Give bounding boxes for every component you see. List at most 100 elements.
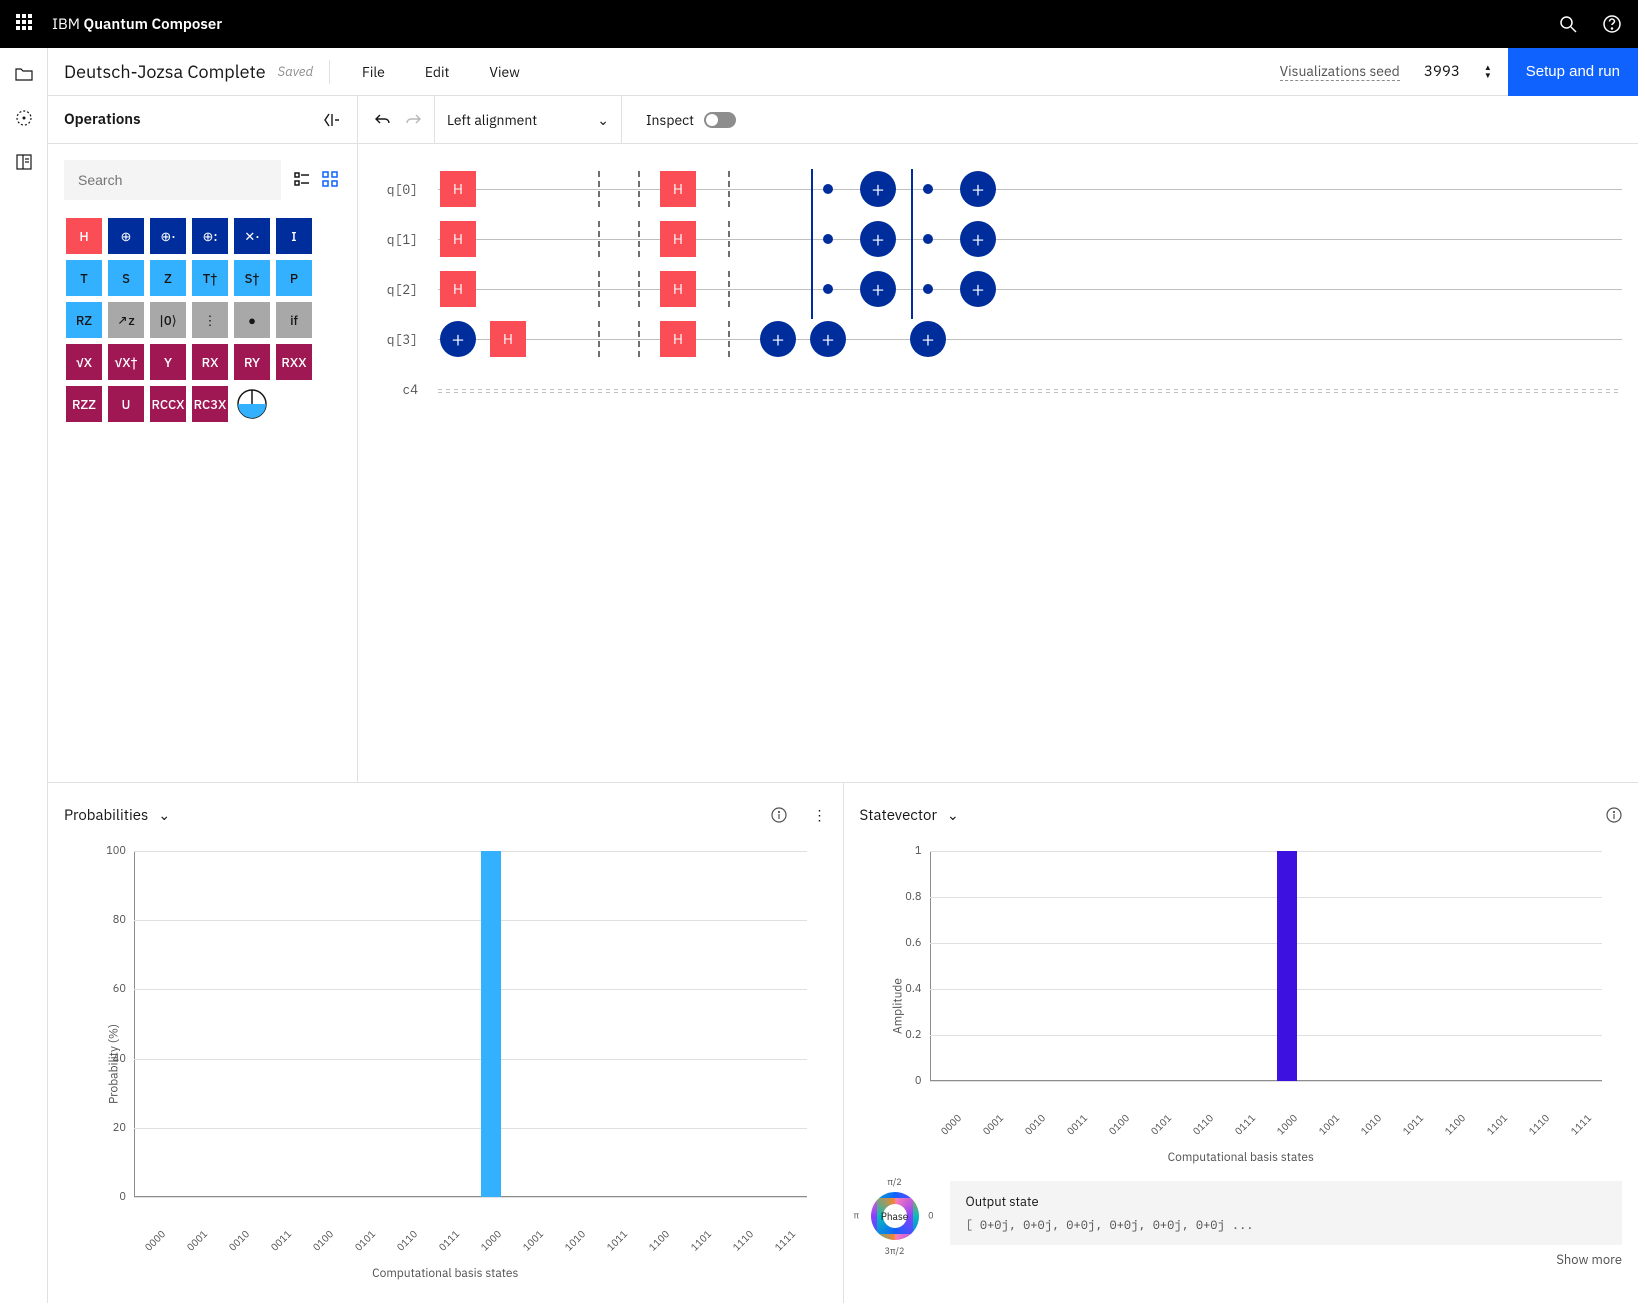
wire-label: q[2] xyxy=(374,281,428,298)
gate-i[interactable]: I xyxy=(276,218,312,254)
gate-target[interactable]: + xyxy=(960,171,996,207)
alignment-select[interactable]: Left alignment ⌄ xyxy=(434,96,622,144)
control-dot[interactable] xyxy=(923,284,933,294)
gate-rccx[interactable]: RCCX xyxy=(150,386,186,422)
control-dot[interactable] xyxy=(823,234,833,244)
gate-x[interactable]: √X† xyxy=(108,344,144,380)
barrier[interactable] xyxy=(728,221,730,257)
barrier[interactable] xyxy=(598,321,600,357)
info-icon[interactable] xyxy=(771,807,787,823)
barrier[interactable] xyxy=(728,321,730,357)
info-icon[interactable] xyxy=(1606,807,1622,823)
gate-h[interactable]: H xyxy=(440,271,476,307)
gate-rzz[interactable]: RZZ xyxy=(66,386,102,422)
gate-target[interactable]: + xyxy=(860,171,896,207)
gate-h[interactable]: H xyxy=(660,321,696,357)
gate-[interactable]: ⊕ xyxy=(108,218,144,254)
gate-rxx[interactable]: RXX xyxy=(276,344,312,380)
setup-run-button[interactable]: Setup and run xyxy=(1508,48,1638,96)
gate-target[interactable]: + xyxy=(440,321,476,357)
gate-rz[interactable]: RZ xyxy=(66,302,102,338)
gate-h[interactable]: H xyxy=(660,171,696,207)
control-dot[interactable] xyxy=(823,284,833,294)
gate-h[interactable]: H xyxy=(440,171,476,207)
barrier[interactable] xyxy=(728,271,730,307)
redo-icon[interactable] xyxy=(404,111,422,129)
circuit-canvas[interactable]: q[0]HH++q[1]HH++q[2]HH++q[3]+HH+++c4 xyxy=(358,144,1638,782)
circuit-name[interactable]: Deutsch-Jozsa Complete xyxy=(64,60,266,83)
gate-[interactable]: ● xyxy=(234,302,270,338)
gate-0[interactable]: |0⟩ xyxy=(150,302,186,338)
gate-[interactable]: ⊕: xyxy=(192,218,228,254)
barrier[interactable] xyxy=(638,321,640,357)
barrier[interactable] xyxy=(728,171,730,207)
statevector-panel: Statevector ⌄ Amplitude 00.20.40.60.8100… xyxy=(844,783,1638,1303)
gate-x[interactable]: √X xyxy=(66,344,102,380)
barrier[interactable] xyxy=(598,221,600,257)
gate-s[interactable]: S xyxy=(108,260,144,296)
collapse-panel-icon[interactable] xyxy=(323,111,341,129)
gate-y[interactable]: Y xyxy=(150,344,186,380)
gate-h[interactable]: H xyxy=(440,221,476,257)
search-icon[interactable] xyxy=(1558,14,1578,34)
gate-[interactable]: ⊕· xyxy=(150,218,186,254)
barrier[interactable] xyxy=(638,171,640,207)
grid-view-icon[interactable] xyxy=(321,170,341,190)
menu-file[interactable]: File xyxy=(346,48,401,96)
control-dot[interactable] xyxy=(923,234,933,244)
barrier[interactable] xyxy=(598,171,600,207)
help-icon[interactable] xyxy=(1602,14,1622,34)
gate-[interactable]: ✕· xyxy=(234,218,270,254)
gate-if[interactable]: if xyxy=(276,302,312,338)
gate-target[interactable]: + xyxy=(860,221,896,257)
docs-icon[interactable] xyxy=(14,152,34,172)
barrier[interactable] xyxy=(638,221,640,257)
bar xyxy=(1277,851,1297,1081)
gate-h[interactable]: H xyxy=(66,218,102,254)
menu-edit[interactable]: Edit xyxy=(409,48,466,96)
gate-p[interactable]: P xyxy=(276,260,312,296)
gate-target[interactable]: + xyxy=(960,221,996,257)
gate-target[interactable]: + xyxy=(860,271,896,307)
seed-stepper[interactable]: ▲▼ xyxy=(1484,64,1492,80)
control-dot[interactable] xyxy=(823,184,833,194)
undo-icon[interactable] xyxy=(374,111,392,129)
app-switcher-icon[interactable] xyxy=(16,14,36,34)
phase-disk: π/2 π 0 3π/2 Phase xyxy=(860,1181,930,1251)
wire-label: c4 xyxy=(374,381,428,398)
inspect-toggle[interactable] xyxy=(704,112,736,128)
control-dot[interactable] xyxy=(923,184,933,194)
chevron-down-icon[interactable]: ⌄ xyxy=(947,806,959,824)
gate-target[interactable]: + xyxy=(960,271,996,307)
gate-rc3x[interactable]: RC3X xyxy=(192,386,228,422)
gate-s[interactable]: S† xyxy=(234,260,270,296)
vis-seed-label[interactable]: Visualizations seed xyxy=(1280,62,1400,81)
gate-h[interactable]: H xyxy=(660,271,696,307)
folder-icon[interactable] xyxy=(14,64,34,84)
gate-z[interactable]: ↗z xyxy=(108,302,144,338)
barrier[interactable] xyxy=(638,271,640,307)
barrier[interactable] xyxy=(598,271,600,307)
gate-target[interactable]: + xyxy=(910,321,946,357)
gate-z[interactable]: Z xyxy=(150,260,186,296)
gate-[interactable]: ⋮ xyxy=(192,302,228,338)
qsphere-icon[interactable] xyxy=(14,108,34,128)
probabilities-title: Probabilities xyxy=(64,806,148,825)
gate-phase-disk[interactable] xyxy=(234,386,270,422)
gate-search-input[interactable] xyxy=(64,160,281,200)
gate-u[interactable]: U xyxy=(108,386,144,422)
inspect-label: Inspect xyxy=(646,111,694,129)
list-view-icon[interactable] xyxy=(293,170,313,190)
gate-target[interactable]: + xyxy=(760,321,796,357)
gate-ry[interactable]: RY xyxy=(234,344,270,380)
gate-h[interactable]: H xyxy=(490,321,526,357)
chevron-down-icon[interactable]: ⌄ xyxy=(158,806,170,824)
gate-target[interactable]: + xyxy=(810,321,846,357)
gate-rx[interactable]: RX xyxy=(192,344,228,380)
gate-t[interactable]: T† xyxy=(192,260,228,296)
overflow-icon[interactable]: ⋮ xyxy=(813,806,827,824)
menu-view[interactable]: View xyxy=(473,48,535,96)
gate-h[interactable]: H xyxy=(660,221,696,257)
gate-t[interactable]: T xyxy=(66,260,102,296)
show-more-link[interactable]: Show more xyxy=(950,1251,1623,1268)
